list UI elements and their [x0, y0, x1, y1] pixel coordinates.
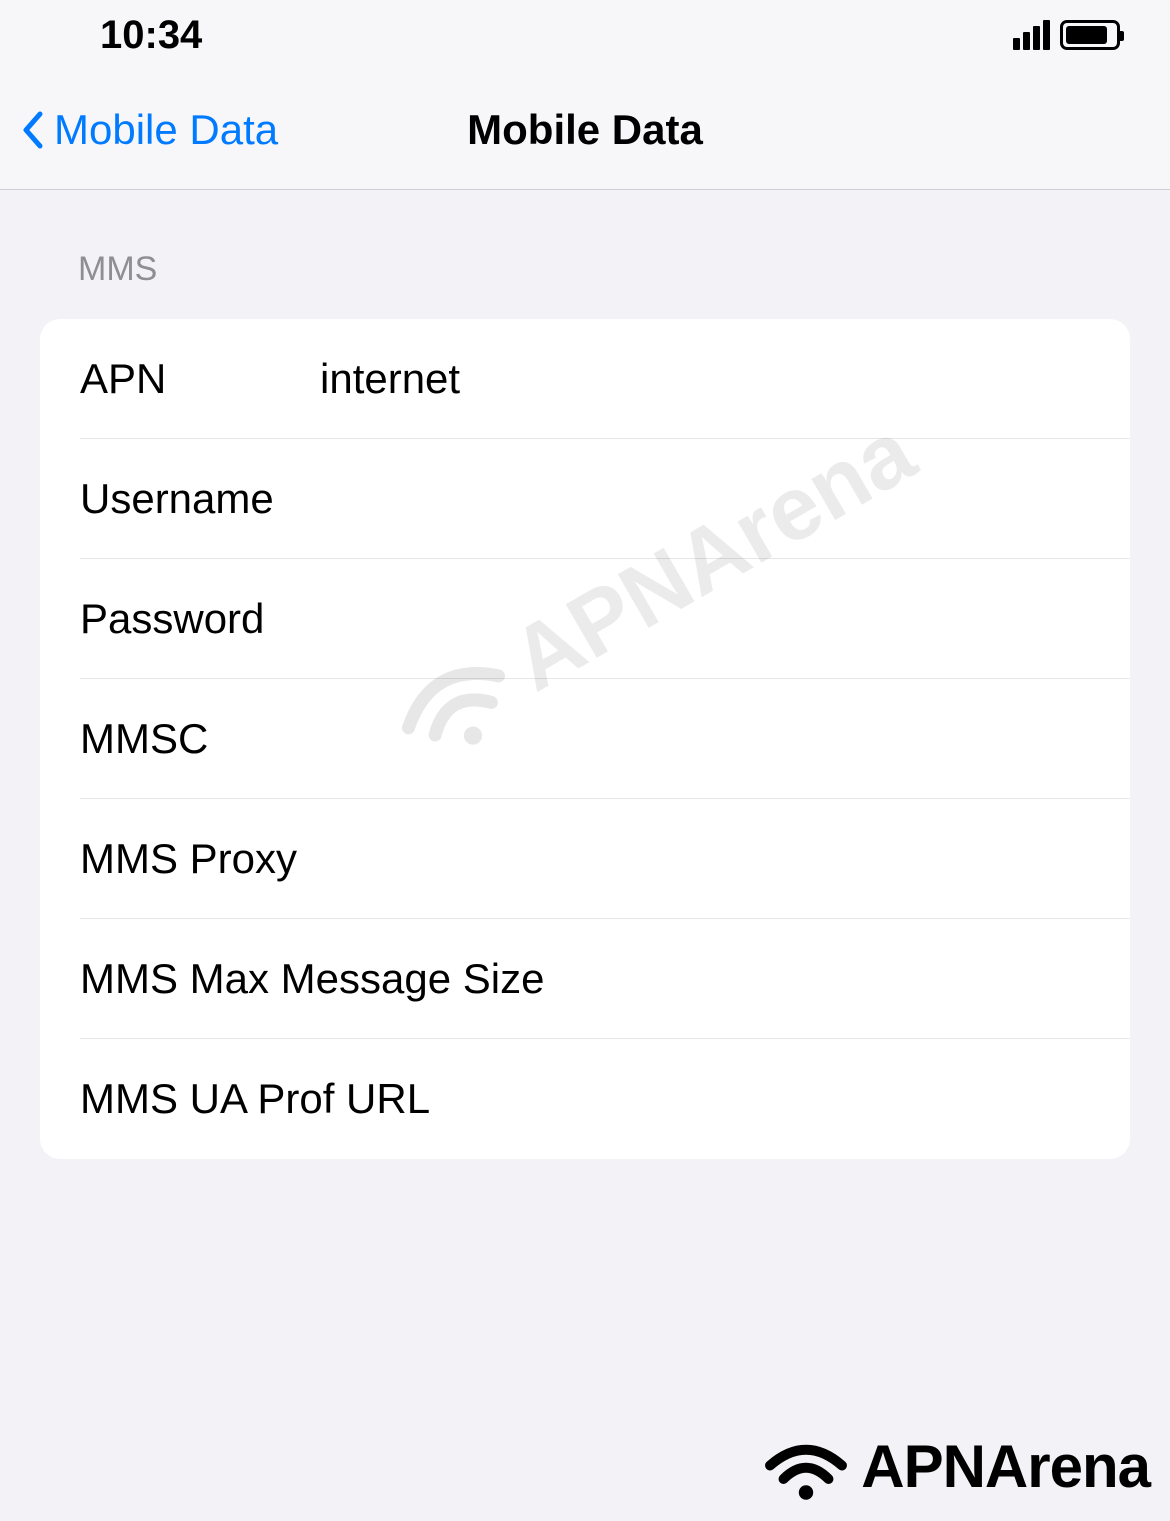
apn-input[interactable] — [320, 355, 1090, 403]
footer-logo: APNArena — [761, 1432, 1150, 1501]
status-time: 10:34 — [100, 13, 202, 58]
back-label: Mobile Data — [54, 106, 278, 154]
mms-proxy-input[interactable] — [297, 835, 1090, 883]
username-input[interactable] — [320, 475, 1090, 523]
page-title: Mobile Data — [467, 106, 703, 154]
mms-max-size-input[interactable] — [544, 955, 1090, 1003]
settings-row-username[interactable]: Username — [40, 439, 1130, 559]
settings-group-mms: APN Username Password MMSC MMS Proxy MMS… — [40, 319, 1130, 1159]
mmsc-label: MMSC — [80, 715, 320, 763]
mms-ua-prof-input[interactable] — [430, 1075, 1090, 1123]
settings-row-mms-max-size[interactable]: MMS Max Message Size — [40, 919, 1130, 1039]
nav-header: Mobile Data Mobile Data — [0, 70, 1170, 190]
section-header-mms: MMS — [0, 250, 1170, 319]
status-indicators — [1013, 20, 1120, 50]
mms-proxy-label: MMS Proxy — [80, 835, 297, 883]
mms-max-size-label: MMS Max Message Size — [80, 955, 544, 1003]
password-input[interactable] — [320, 595, 1090, 643]
username-label: Username — [80, 475, 320, 523]
footer-logo-text: APNArena — [861, 1432, 1150, 1501]
back-button[interactable]: Mobile Data — [20, 106, 278, 154]
status-bar: 10:34 — [0, 0, 1170, 70]
settings-row-mms-proxy[interactable]: MMS Proxy — [40, 799, 1130, 919]
settings-row-apn[interactable]: APN — [40, 319, 1130, 439]
wifi-icon — [761, 1434, 851, 1499]
settings-row-mmsc[interactable]: MMSC — [40, 679, 1130, 799]
mmsc-input[interactable] — [320, 715, 1090, 763]
chevron-left-icon — [20, 110, 44, 150]
password-label: Password — [80, 595, 320, 643]
settings-row-mms-ua-prof[interactable]: MMS UA Prof URL — [40, 1039, 1130, 1159]
apn-label: APN — [80, 355, 320, 403]
mms-ua-prof-label: MMS UA Prof URL — [80, 1075, 430, 1123]
settings-row-password[interactable]: Password — [40, 559, 1130, 679]
signal-icon — [1013, 20, 1050, 50]
battery-icon — [1060, 20, 1120, 50]
content: MMS APN Username Password MMSC MMS Proxy… — [0, 190, 1170, 1159]
